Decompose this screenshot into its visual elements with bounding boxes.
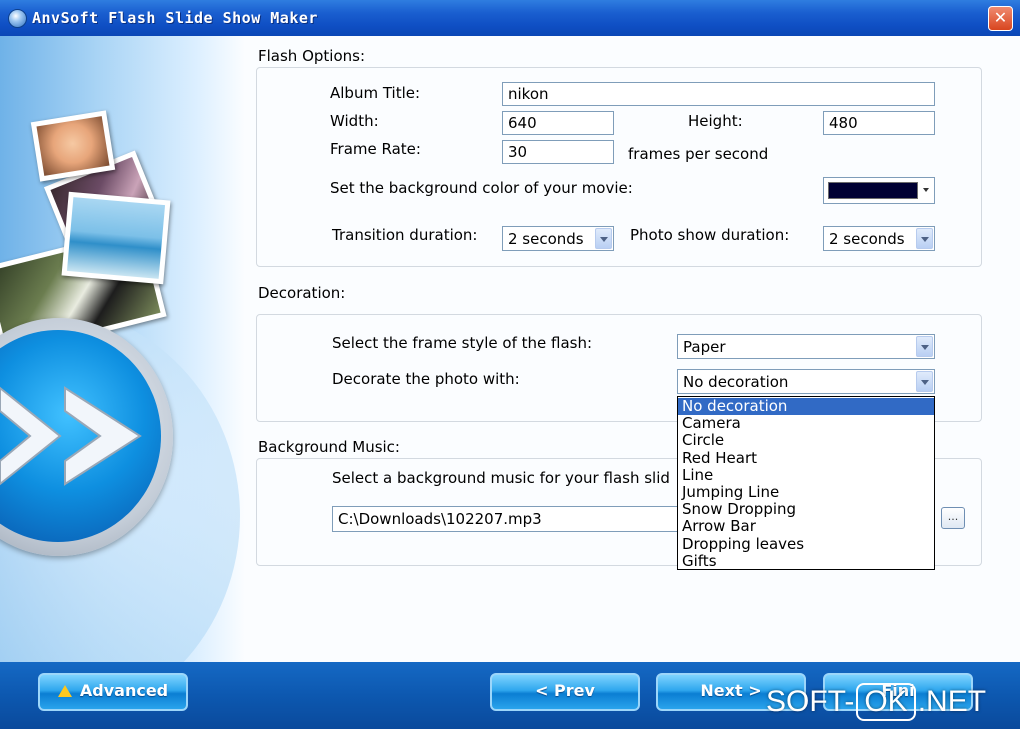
dropdown-option[interactable]: Red Heart bbox=[678, 449, 934, 467]
frame-style-value: Paper bbox=[683, 338, 726, 356]
frame-rate-unit: frames per second bbox=[628, 145, 769, 163]
window-title: AnvSoft Flash Slide Show Maker bbox=[32, 9, 318, 27]
dropdown-option[interactable]: Jumping Line bbox=[678, 483, 934, 501]
dropdown-option[interactable]: No decoration bbox=[678, 397, 934, 416]
watermark-part-2: OK bbox=[856, 683, 916, 721]
prev-button[interactable]: < Prev bbox=[490, 673, 640, 711]
watermark-part-3: .NET bbox=[917, 685, 987, 718]
width-label: Width: bbox=[330, 112, 379, 130]
album-title-input[interactable]: nikon bbox=[502, 82, 935, 106]
advanced-button-label: Advanced bbox=[79, 681, 169, 700]
browse-music-button[interactable]: ... bbox=[941, 507, 965, 529]
bg-color-label: Set the background color of your movie: bbox=[330, 179, 633, 197]
music-path-input[interactable]: C:\Downloads\102207.mp3 bbox=[332, 506, 682, 532]
dropdown-option[interactable]: Arrow Bar bbox=[678, 518, 934, 535]
dropdown-option[interactable]: Dropping leaves bbox=[678, 535, 934, 553]
dropdown-option[interactable]: Gifts bbox=[678, 552, 934, 570]
frame-rate-input[interactable]: 30 bbox=[502, 140, 614, 164]
decorate-photo-value: No decoration bbox=[683, 373, 789, 391]
frame-style-select[interactable]: Paper bbox=[677, 334, 935, 359]
background-music-heading: Background Music: bbox=[258, 438, 400, 456]
decorate-photo-select[interactable]: No decoration bbox=[677, 369, 935, 394]
height-label: Height: bbox=[688, 112, 743, 130]
chevron-down-icon[interactable] bbox=[916, 336, 933, 357]
sea-photo-thumbnail bbox=[61, 191, 171, 285]
warning-icon bbox=[57, 685, 72, 697]
transition-duration-label: Transition duration: bbox=[332, 226, 478, 244]
frame-rate-label: Frame Rate: bbox=[330, 140, 421, 158]
app-logo-icon bbox=[8, 9, 27, 28]
photo-show-duration-select[interactable]: 2 seconds bbox=[823, 226, 935, 251]
decoration-dropdown-list[interactable]: No decoration Camera Circle Red Heart Li… bbox=[677, 396, 935, 570]
chevron-down-icon[interactable] bbox=[922, 180, 932, 201]
advanced-button[interactable]: Advanced bbox=[38, 673, 188, 711]
transition-duration-select[interactable]: 2 seconds bbox=[502, 226, 614, 251]
frame-style-label: Select the frame style of the flash: bbox=[332, 334, 593, 352]
chevron-down-icon[interactable] bbox=[916, 371, 933, 392]
dropdown-option[interactable]: Snow Dropping bbox=[678, 501, 934, 518]
site-watermark: SOFT- OK .NET bbox=[766, 683, 986, 723]
dropdown-option[interactable]: Circle bbox=[678, 432, 934, 449]
chevron-down-icon[interactable] bbox=[916, 228, 933, 249]
close-button[interactable]: ✕ bbox=[988, 6, 1013, 31]
chevron-down-icon[interactable] bbox=[595, 228, 612, 249]
transition-duration-value: 2 seconds bbox=[508, 230, 584, 248]
width-input[interactable]: 640 bbox=[502, 111, 614, 135]
dropdown-option[interactable]: Camera bbox=[678, 415, 934, 432]
music-select-label: Select a background music for your flash… bbox=[332, 469, 670, 487]
title-bar[interactable]: AnvSoft Flash Slide Show Maker ✕ bbox=[0, 0, 1020, 36]
decoration-heading: Decoration: bbox=[258, 284, 346, 302]
decorate-photo-label: Decorate the photo with: bbox=[332, 370, 520, 388]
flash-options-heading: Flash Options: bbox=[258, 47, 366, 65]
photo-show-duration-value: 2 seconds bbox=[829, 230, 905, 248]
dropdown-option[interactable]: Line bbox=[678, 466, 934, 484]
baby-photo-thumbnail bbox=[30, 110, 116, 182]
watermark-part-1: SOFT- bbox=[766, 685, 855, 718]
bg-color-fill bbox=[828, 182, 918, 199]
album-title-label: Album Title: bbox=[330, 84, 421, 102]
height-input[interactable]: 480 bbox=[823, 111, 935, 135]
fast-forward-icon bbox=[0, 386, 142, 486]
decorative-side-panel bbox=[0, 36, 245, 662]
bg-color-picker[interactable] bbox=[823, 177, 935, 204]
photo-show-duration-label: Photo show duration: bbox=[630, 226, 790, 244]
app-window: AnvSoft Flash Slide Show Maker ✕ Flash O… bbox=[0, 0, 1020, 729]
